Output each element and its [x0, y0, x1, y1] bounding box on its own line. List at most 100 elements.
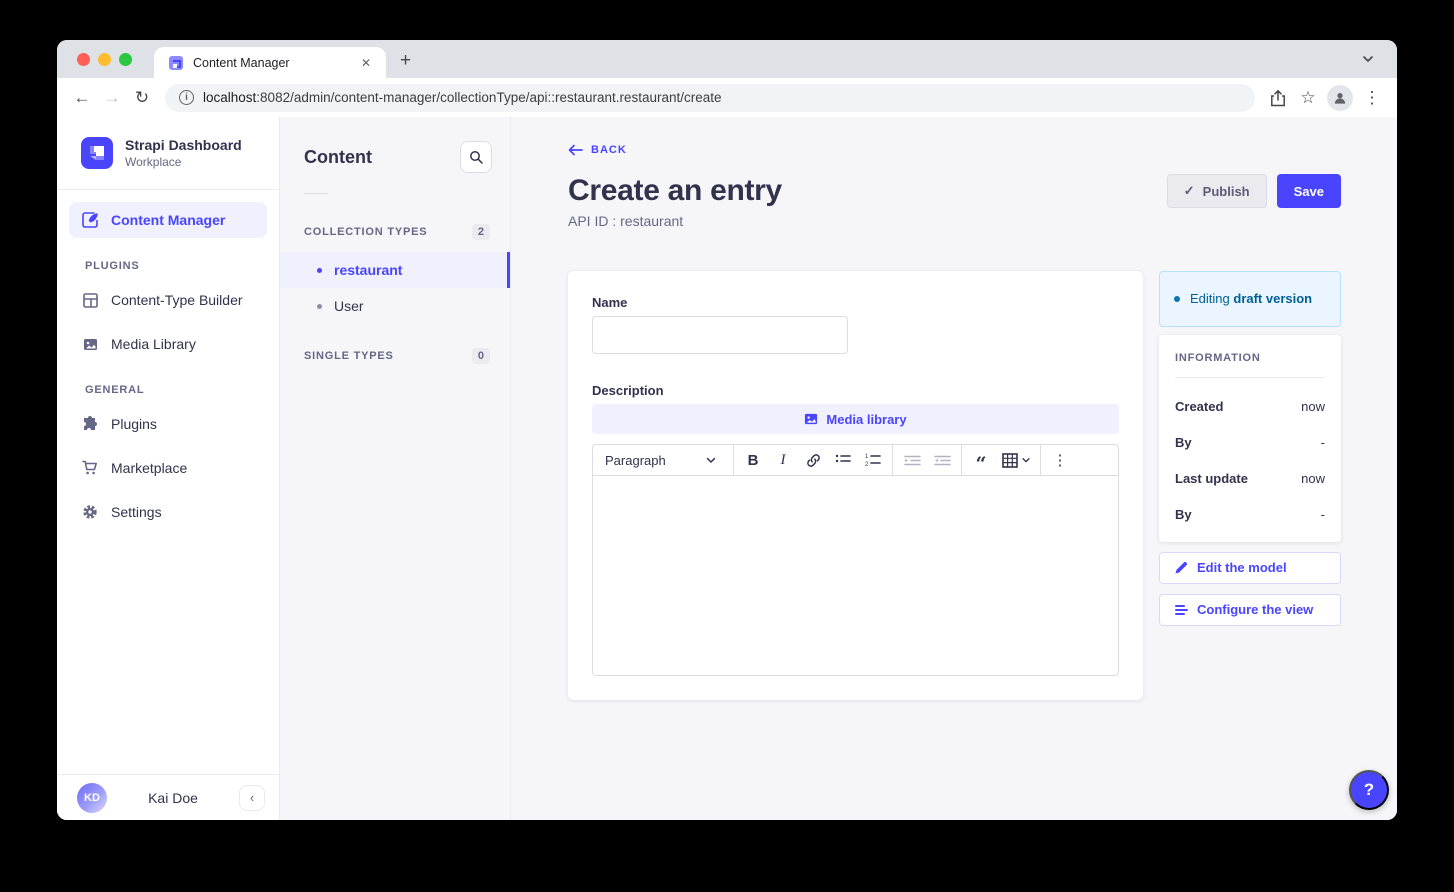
browser-tab[interactable]: Content Manager ✕ — [154, 47, 386, 78]
info-label: Last update — [1175, 471, 1248, 486]
collection-type-label: User — [334, 298, 364, 314]
blockquote-button[interactable]: “ — [966, 447, 996, 473]
publish-button[interactable]: ✓ Publish — [1167, 174, 1267, 208]
collapse-sidebar-button[interactable]: ‹ — [239, 785, 265, 811]
bold-button[interactable]: B — [738, 447, 768, 473]
main-sidebar: Strapi Dashboard Workplace Content Manag… — [57, 117, 280, 820]
block-format-select[interactable]: Paragraph — [593, 445, 729, 475]
info-label: By — [1175, 435, 1192, 450]
richtext-toolbar: Paragraph B I 12 — [592, 444, 1119, 476]
media-library-icon — [804, 412, 818, 426]
information-card: INFORMATION Created now By - Last update — [1159, 335, 1341, 542]
italic-button[interactable]: I — [768, 447, 798, 473]
collection-types-list: restaurant User — [280, 252, 510, 324]
name-input[interactable] — [592, 316, 848, 354]
sidebar-item-label: Settings — [111, 504, 162, 520]
indent-increase-button[interactable] — [897, 447, 927, 473]
plugins-puzzle-icon — [81, 416, 99, 432]
check-icon: ✓ — [1184, 183, 1195, 199]
collection-types-label: COLLECTION TYPES — [304, 226, 427, 238]
zoom-window-button[interactable] — [119, 53, 132, 66]
richtext-editor-area[interactable] — [592, 476, 1119, 676]
configure-lines-icon — [1175, 604, 1188, 616]
marketplace-cart-icon — [81, 460, 99, 476]
sidebar-item-label: Content-Type Builder — [111, 292, 243, 308]
configure-view-label: Configure the view — [1197, 602, 1313, 617]
bullet-list-button[interactable] — [828, 447, 858, 473]
browser-profile-avatar[interactable] — [1327, 85, 1353, 111]
toolbar-separator — [1040, 444, 1041, 476]
strapi-favicon — [168, 55, 184, 71]
table-button[interactable] — [996, 447, 1036, 473]
toolbar-separator — [733, 444, 734, 476]
draft-status-text: Editing draft version — [1190, 289, 1312, 309]
tab-title: Content Manager — [193, 56, 356, 70]
search-button[interactable] — [460, 141, 492, 173]
collection-type-user[interactable]: User — [280, 288, 510, 324]
single-types-header: SINGLE TYPES 0 — [280, 348, 510, 364]
workspace-subtitle: Workplace — [125, 155, 242, 169]
numbered-list-button[interactable]: 12 — [858, 447, 888, 473]
browser-back-icon[interactable]: ← — [67, 83, 97, 113]
configure-view-button[interactable]: Configure the view — [1159, 594, 1341, 626]
sidebar-item-marketplace[interactable]: Marketplace — [69, 450, 267, 486]
draft-bold: draft version — [1233, 291, 1312, 306]
address-bar[interactable]: i localhost:8082/admin/content-manager/c… — [165, 84, 1255, 112]
info-value: - — [1321, 507, 1325, 522]
media-library-icon — [81, 337, 99, 352]
single-types-count-badge: 0 — [472, 348, 490, 364]
sidebar-item-settings[interactable]: Settings — [69, 494, 267, 530]
sidebar-item-plugins[interactable]: Plugins — [69, 406, 267, 442]
chevron-down-icon — [705, 454, 717, 466]
browser-reload-icon[interactable]: ↻ — [127, 83, 157, 113]
strapi-app: Strapi Dashboard Workplace Content Manag… — [57, 117, 1397, 820]
publish-label: Publish — [1203, 184, 1250, 199]
page-header: Create an entry ✓ Publish Save — [568, 174, 1341, 208]
close-window-button[interactable] — [77, 53, 90, 66]
more-options-kebab-icon[interactable]: ⋮ — [1045, 447, 1075, 473]
save-button[interactable]: Save — [1277, 174, 1341, 208]
api-id-subtitle: API ID : restaurant — [568, 213, 1341, 229]
collection-type-restaurant[interactable]: restaurant — [280, 252, 510, 288]
sidebar-nav: Content Manager PLUGINS Content-Type Bui… — [57, 190, 279, 538]
minimize-window-button[interactable] — [98, 53, 111, 66]
indent-decrease-button[interactable] — [927, 447, 957, 473]
toolbar-separator — [892, 444, 893, 476]
toolbar-separator — [961, 444, 962, 476]
media-library-button[interactable]: Media library — [592, 404, 1119, 434]
subnav-divider — [304, 193, 328, 194]
user-avatar[interactable]: KD — [77, 783, 107, 813]
edit-model-label: Edit the model — [1197, 560, 1287, 575]
new-tab-button[interactable]: + — [400, 51, 411, 70]
sidebar-item-label: Content Manager — [111, 212, 225, 228]
link-button[interactable] — [798, 447, 828, 473]
sidebar-section-general: GENERAL — [69, 384, 267, 396]
sidebar-item-content-type-builder[interactable]: Content-Type Builder — [69, 282, 267, 318]
bullet-icon — [317, 268, 322, 273]
info-label: Created — [1175, 399, 1223, 414]
info-label: By — [1175, 507, 1192, 522]
draft-dot-icon — [1174, 296, 1180, 302]
bookmark-star-icon[interactable]: ☆ — [1293, 83, 1323, 113]
svg-text:1: 1 — [865, 454, 869, 460]
site-info-icon[interactable]: i — [179, 90, 194, 105]
strapi-logo — [81, 137, 113, 169]
tab-search-chevron-icon[interactable] — [1361, 52, 1375, 66]
share-icon[interactable] — [1263, 83, 1293, 113]
collection-types-header: COLLECTION TYPES 2 — [280, 224, 510, 240]
edit-model-button[interactable]: Edit the model — [1159, 552, 1341, 584]
sidebar-item-media-library[interactable]: Media Library — [69, 326, 267, 362]
tab-close-icon[interactable]: ✕ — [356, 54, 376, 72]
url-host: localhost — [203, 90, 256, 105]
content-subnav: Content COLLECTION TYPES 2 restaurant U — [280, 117, 511, 820]
entry-form-row: Name Description Media library Paragraph — [568, 271, 1341, 700]
info-value: now — [1301, 399, 1325, 414]
save-label: Save — [1294, 184, 1324, 199]
browser-forward-icon[interactable]: → — [97, 83, 127, 113]
sidebar-item-content-manager[interactable]: Content Manager — [69, 202, 267, 238]
back-link[interactable]: BACK — [568, 144, 627, 156]
info-row-updated-by: By - — [1175, 507, 1325, 522]
help-button[interactable]: ? — [1349, 770, 1389, 810]
browser-menu-kebab-icon[interactable]: ⋮ — [1357, 83, 1387, 113]
content-type-builder-icon — [81, 293, 99, 308]
